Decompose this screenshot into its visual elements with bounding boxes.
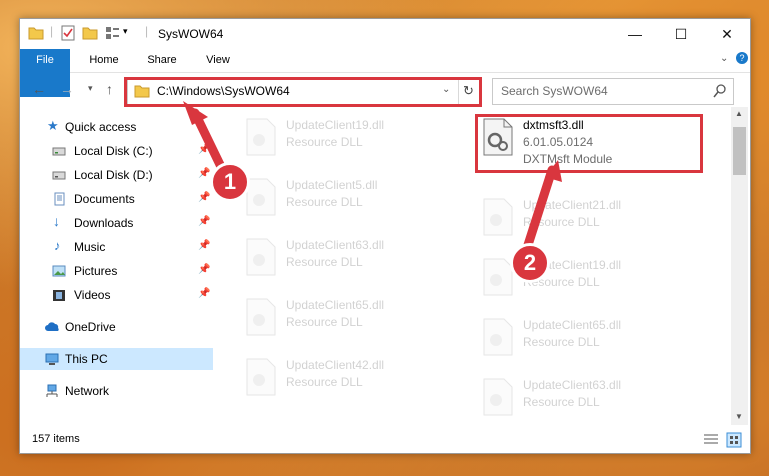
annotation-overlay: [183, 101, 562, 250]
callout-badge-1: 1: [210, 162, 250, 202]
callout-arrow-2: [523, 165, 557, 250]
callout-badge-2: 2: [510, 243, 550, 283]
callout-arrowhead-1: [183, 101, 208, 125]
